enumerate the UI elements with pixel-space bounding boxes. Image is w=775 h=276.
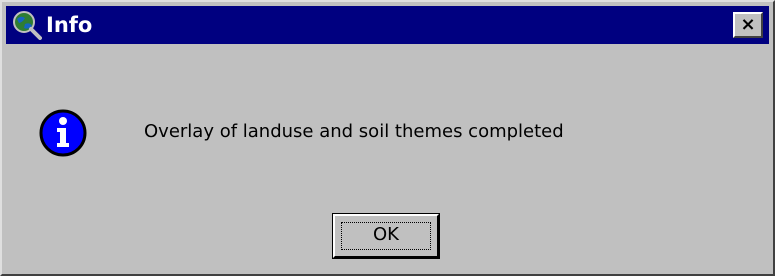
ok-button-label: OK — [373, 224, 399, 245]
window-title: Info — [46, 13, 93, 37]
title-bar[interactable]: Info × — [6, 6, 769, 44]
close-button[interactable]: × — [733, 12, 763, 38]
globe-magnifier-icon — [13, 11, 42, 40]
ok-button[interactable]: OK — [332, 213, 440, 259]
info-icon — [39, 109, 87, 157]
message-text: Overlay of landuse and soil themes compl… — [144, 121, 564, 142]
info-dialog: Info × Overlay of landuse and soil theme… — [0, 0, 775, 276]
